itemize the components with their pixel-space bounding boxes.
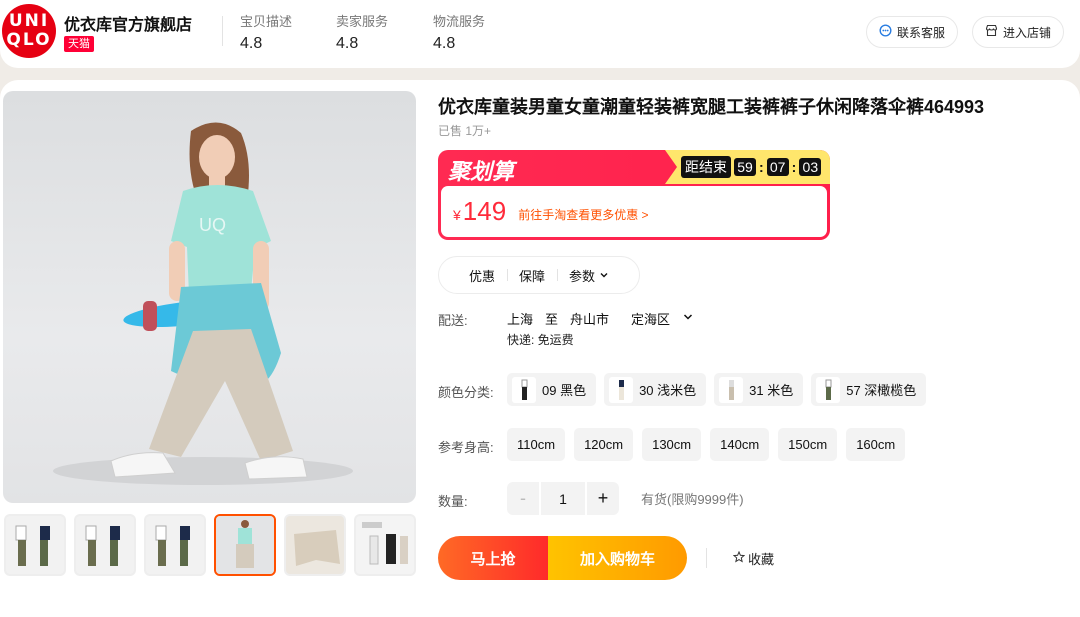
quantity-label: 数量: (438, 494, 468, 509)
color-swatch (719, 376, 744, 403)
size-option[interactable]: 110cm (507, 428, 566, 461)
add-to-cart-button[interactable]: 加入购物车 (548, 536, 687, 580)
size-option[interactable]: 130cm (642, 428, 702, 461)
color-option[interactable]: 57 深橄榄色 (811, 373, 927, 406)
favorite-button[interactable]: 收藏 (732, 549, 775, 568)
rating-value: 4.8 (336, 35, 359, 52)
countdown-minutes: 07 (766, 158, 789, 176)
color-option-label: 31 米色 (749, 383, 794, 398)
color-option[interactable]: 31 米色 (714, 373, 804, 406)
thumbnail-strip (4, 514, 416, 576)
divider (706, 548, 707, 568)
contact-service-button[interactable]: 联系客服 (866, 16, 959, 48)
shipping-fee: 快递: 免运费 (507, 333, 574, 347)
color-options: 09 黑色 30 浅米色 31 米色 57 深橄榄色 (507, 373, 927, 406)
size-option[interactable]: 120cm (574, 428, 634, 461)
promo-title: 聚划算 (448, 159, 515, 184)
thumbnail[interactable] (284, 514, 346, 576)
product-card: UQ 优衣库童装男童女童潮童轻装裤宽腿工装裤裤子休闲降落伞裤464993 已售 … (0, 80, 1080, 617)
shop-header: UNI QLO 优衣库官方旗舰店 天猫 宝贝描述 4.8 卖家服务 4.8 物流服… (0, 0, 1080, 68)
color-label: 颜色分类: (438, 385, 494, 400)
header-divider (222, 16, 223, 46)
more-discounts-link[interactable]: 前往手淘查看更多优惠 > (518, 206, 648, 223)
size-option[interactable]: 140cm (710, 428, 770, 461)
quantity-increase-button[interactable]: + (587, 482, 619, 515)
shop-icon (985, 24, 998, 40)
size-options: 110cm 120cm 130cm 140cm 150cm 160cm (507, 428, 906, 461)
rating-service: 卖家服务 4.8 (336, 11, 388, 53)
quantity-stepper: - 1 + 有货(限购9999件) (507, 482, 744, 515)
shop-name[interactable]: 优衣库官方旗舰店 (64, 11, 192, 35)
info-tabs: 优惠 保障 参数 (438, 256, 641, 294)
size-option[interactable]: 160cm (846, 428, 906, 461)
rating-logistics: 物流服务 4.8 (433, 11, 485, 53)
color-swatch (512, 376, 536, 403)
rating-value: 4.8 (433, 35, 456, 52)
svg-text:UQ: UQ (199, 215, 226, 235)
currency-symbol: ¥ (453, 206, 461, 223)
countdown-hours: 59 (734, 158, 756, 176)
thumbnail[interactable] (144, 514, 206, 576)
enter-shop-button[interactable]: 进入店铺 (972, 16, 1065, 48)
rating-label: 物流服务 (433, 14, 486, 29)
contact-service-label: 联系客服 (897, 25, 946, 40)
price: 149 (462, 196, 507, 226)
countdown-colon: : (791, 159, 797, 175)
tab-params[interactable]: 参数 (557, 266, 621, 285)
color-option[interactable]: 09 黑色 (507, 373, 597, 406)
size-option[interactable]: 150cm (778, 428, 838, 461)
countdown-label: 距结束 (681, 156, 731, 178)
chevron-down-icon (682, 311, 694, 326)
tab-guarantee[interactable]: 保障 (507, 266, 557, 285)
countdown-colon: : (759, 159, 764, 175)
favorite-label: 收藏 (748, 552, 775, 567)
shipping-label: 配送: (438, 313, 468, 328)
ship-district: 定海区 (631, 312, 671, 327)
color-swatch (816, 376, 841, 403)
thumbnail[interactable] (354, 514, 416, 576)
tab-label: 优惠 (469, 268, 496, 284)
star-icon (732, 550, 746, 566)
stock-status: 有货(限购9999件) (641, 492, 744, 507)
tab-label: 保障 (519, 268, 546, 284)
color-option-label: 09 黑色 (542, 383, 587, 398)
price-box: ¥ 149 前往手淘查看更多优惠 > (441, 186, 827, 237)
rating-label: 卖家服务 (336, 14, 389, 29)
color-option-label: 57 深橄榄色 (846, 383, 917, 398)
color-swatch (609, 376, 634, 403)
rating-value: 4.8 (240, 35, 263, 52)
color-option-label: 30 浅米色 (639, 383, 697, 398)
tab-discounts[interactable]: 优惠 (457, 266, 507, 285)
quantity-input[interactable]: 1 (541, 482, 585, 515)
tmall-badge: 天猫 (64, 36, 94, 52)
enter-shop-label: 进入店铺 (1003, 25, 1052, 40)
tab-label: 参数 (569, 268, 596, 284)
quantity-decrease-button[interactable]: - (507, 482, 539, 515)
rating-label: 宝贝描述 (240, 14, 293, 29)
chevron-down-icon (599, 268, 609, 283)
product-title: 优衣库童装男童女童潮童轻装裤宽腿工装裤裤子休闲降落伞裤464993 (438, 97, 985, 117)
thumbnail[interactable] (74, 514, 136, 576)
thumbnail[interactable] (4, 514, 66, 576)
main-product-image[interactable]: UQ (3, 91, 416, 503)
buy-now-button[interactable]: 马上抢 (438, 536, 548, 580)
size-label: 参考身高: (438, 440, 494, 455)
ship-to-word: 至 (545, 312, 559, 327)
juhuasuan-promo: 聚划算 距结束 59 : 07 : 03 ¥ 149 前往手淘查看更多优惠 > (438, 150, 830, 240)
thumbnail-active[interactable] (214, 514, 276, 576)
color-option[interactable]: 30 浅米色 (604, 373, 707, 406)
ship-city: 舟山市 (570, 312, 610, 327)
countdown: 距结束 59 : 07 : 03 (665, 150, 830, 184)
chat-icon (879, 24, 892, 40)
uniqlo-logo[interactable]: UNI QLO (2, 4, 56, 58)
sold-count: 已售 1万+ (438, 124, 492, 138)
ship-from: 上海 (507, 312, 534, 327)
countdown-seconds: 03 (799, 158, 822, 176)
shipping-route[interactable]: 上海 至 舟山市 定海区 (507, 309, 694, 328)
rating-description: 宝贝描述 4.8 (240, 11, 292, 53)
